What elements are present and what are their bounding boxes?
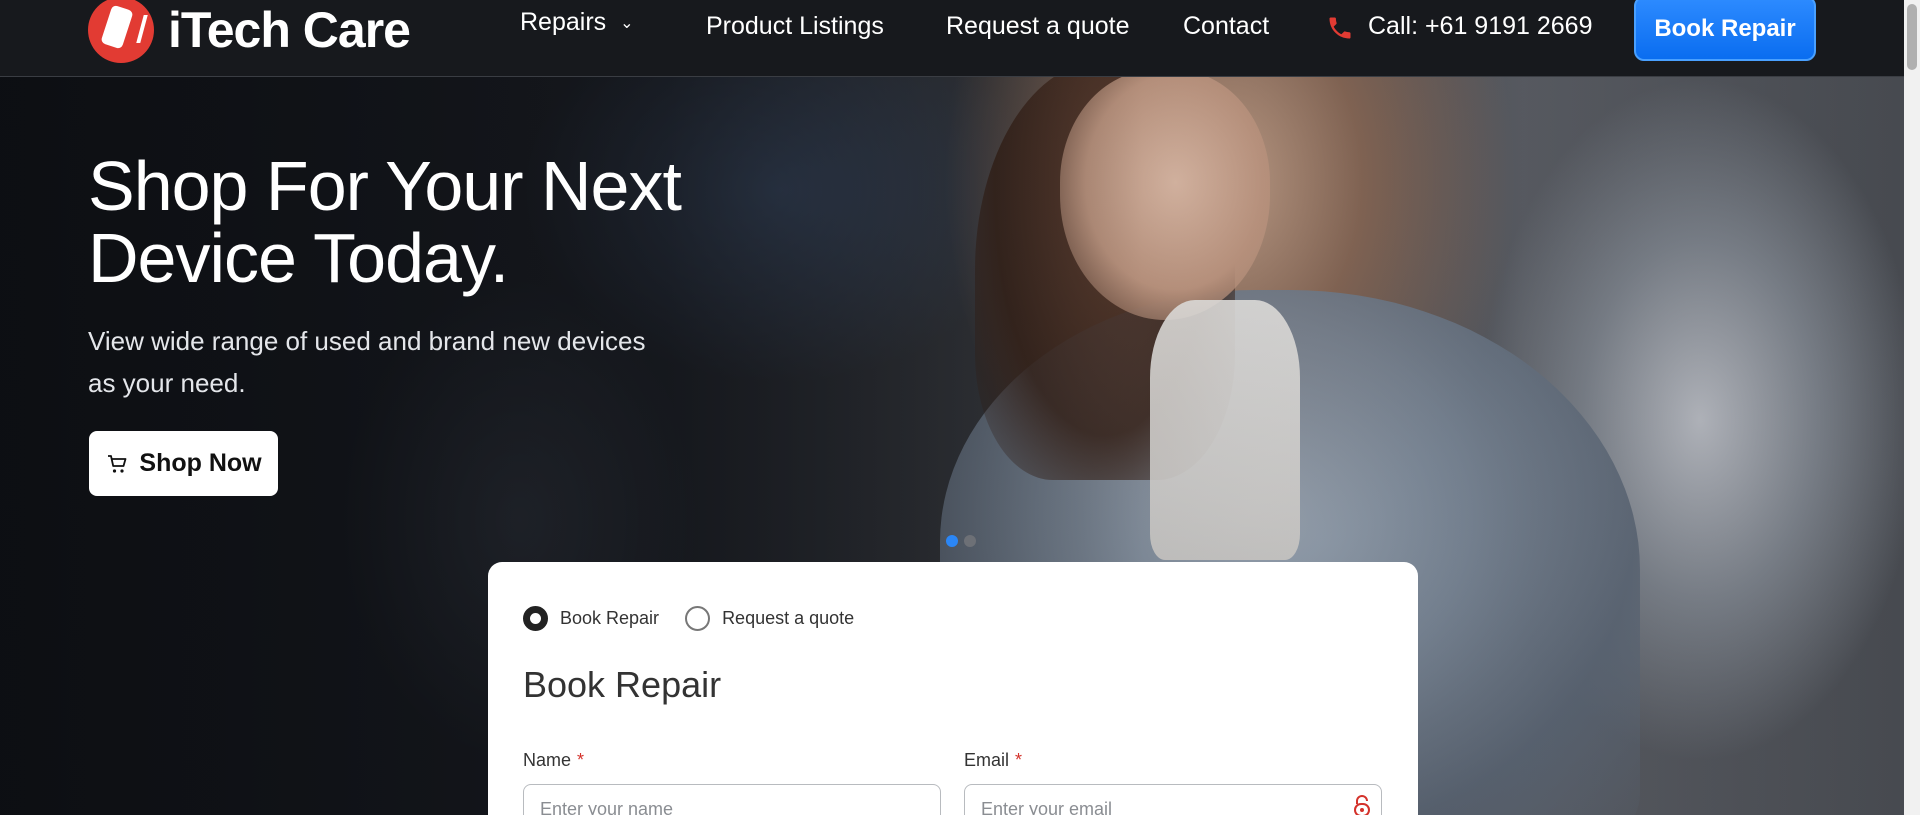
radio-request-quote[interactable]	[685, 606, 711, 631]
required-marker: *	[577, 750, 585, 770]
logo-text: iTech Care	[168, 2, 411, 58]
nav-call[interactable]: Call: +61 9191 2669	[1368, 12, 1593, 41]
name-label: Name *	[523, 750, 584, 771]
email-input[interactable]	[964, 784, 1382, 815]
book-repair-button[interactable]: Book Repair	[1634, 0, 1816, 61]
nav-repairs-label: Repairs	[520, 8, 607, 36]
form-type-selector: Book Repair Request a quote	[523, 606, 854, 631]
email-label: Email *	[964, 750, 1022, 771]
site-header: iTech Care Repairs ⌄ Product Listings Req…	[0, 0, 1904, 77]
hero-title: Shop For Your Next Device Today.	[88, 147, 682, 297]
required-marker: *	[1015, 750, 1023, 770]
shop-now-button[interactable]: Shop Now	[89, 431, 278, 496]
nav-product-listings[interactable]: Product Listings	[706, 12, 884, 41]
nav-request-quote[interactable]: Request a quote	[946, 12, 1129, 41]
phone-icon	[1329, 17, 1351, 39]
form-title: Book Repair	[523, 664, 722, 705]
hero-subtitle: View wide range of used and brand new de…	[88, 326, 646, 398]
nav-repairs[interactable]: Repairs ⌄	[520, 8, 634, 37]
site-logo[interactable]: iTech Care	[88, 0, 411, 63]
chevron-down-icon: ⌄	[620, 15, 634, 32]
booking-form-card: Book Repair Request a quote Book Repair …	[488, 562, 1418, 815]
name-label-text: Name	[523, 750, 572, 770]
carousel-dot-2[interactable]	[964, 535, 976, 547]
lock-icon[interactable]	[1352, 794, 1372, 815]
email-label-text: Email	[964, 750, 1010, 770]
logo-icon	[88, 0, 154, 63]
carousel-dot-1[interactable]	[946, 535, 958, 547]
carousel-dots	[946, 535, 976, 547]
scrollbar-thumb[interactable]	[1907, 4, 1917, 70]
name-input[interactable]	[523, 784, 941, 815]
page-scrollbar[interactable]	[1904, 0, 1920, 815]
shop-now-label: Shop Now	[139, 449, 262, 477]
radio-request-quote-label[interactable]: Request a quote	[722, 608, 854, 629]
radio-book-repair[interactable]	[523, 606, 548, 631]
cart-icon	[108, 454, 127, 473]
radio-book-repair-label[interactable]: Book Repair	[560, 608, 659, 629]
nav-contact[interactable]: Contact	[1183, 12, 1269, 41]
